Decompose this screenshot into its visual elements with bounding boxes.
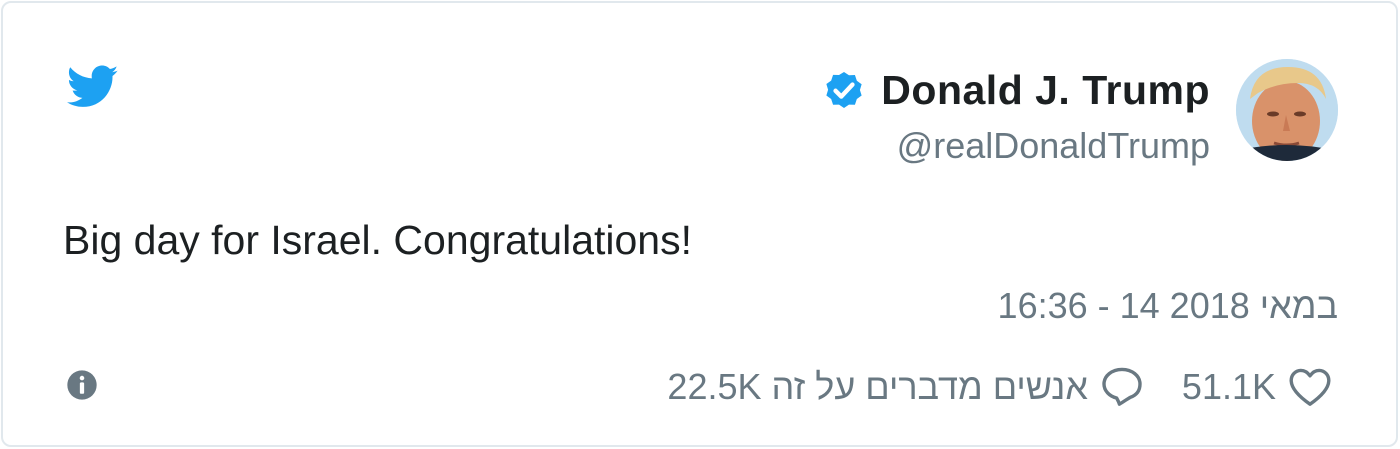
tweet-actions: 22.5K אנשים מדברים על זה 51.1K xyxy=(667,361,1334,413)
tweet-text: Big day for Israel. Congratulations! xyxy=(63,217,692,263)
replies-action[interactable]: 22.5K אנשים מדברים על זה xyxy=(667,363,1146,411)
tweet-card[interactable]: Donald J. Trump @realDonaldTrump Big day… xyxy=(1,1,1398,447)
author-display-name[interactable]: Donald J. Trump xyxy=(881,67,1210,114)
heart-icon xyxy=(1289,368,1331,406)
likes-action[interactable]: 51.1K xyxy=(1182,363,1334,411)
verified-badge-icon xyxy=(826,71,862,109)
info-icon[interactable] xyxy=(66,369,98,401)
avatar-image xyxy=(1236,59,1338,161)
replies-label: 22.5K אנשים מדברים על זה xyxy=(667,366,1088,407)
author-name-row: Donald J. Trump xyxy=(821,67,1210,113)
avatar[interactable] xyxy=(1236,59,1338,161)
author-names: Donald J. Trump @realDonaldTrump xyxy=(821,59,1210,167)
likes-count: 51.1K xyxy=(1181,366,1276,407)
twitter-bird-icon[interactable] xyxy=(67,65,119,109)
tweet-author[interactable]: Donald J. Trump @realDonaldTrump xyxy=(821,59,1338,167)
speech-bubble-icon xyxy=(1102,367,1142,406)
author-handle[interactable]: @realDonaldTrump xyxy=(897,125,1210,167)
tweet-timestamp[interactable]: 16:36 - 14 במאי 2018 xyxy=(998,285,1338,327)
